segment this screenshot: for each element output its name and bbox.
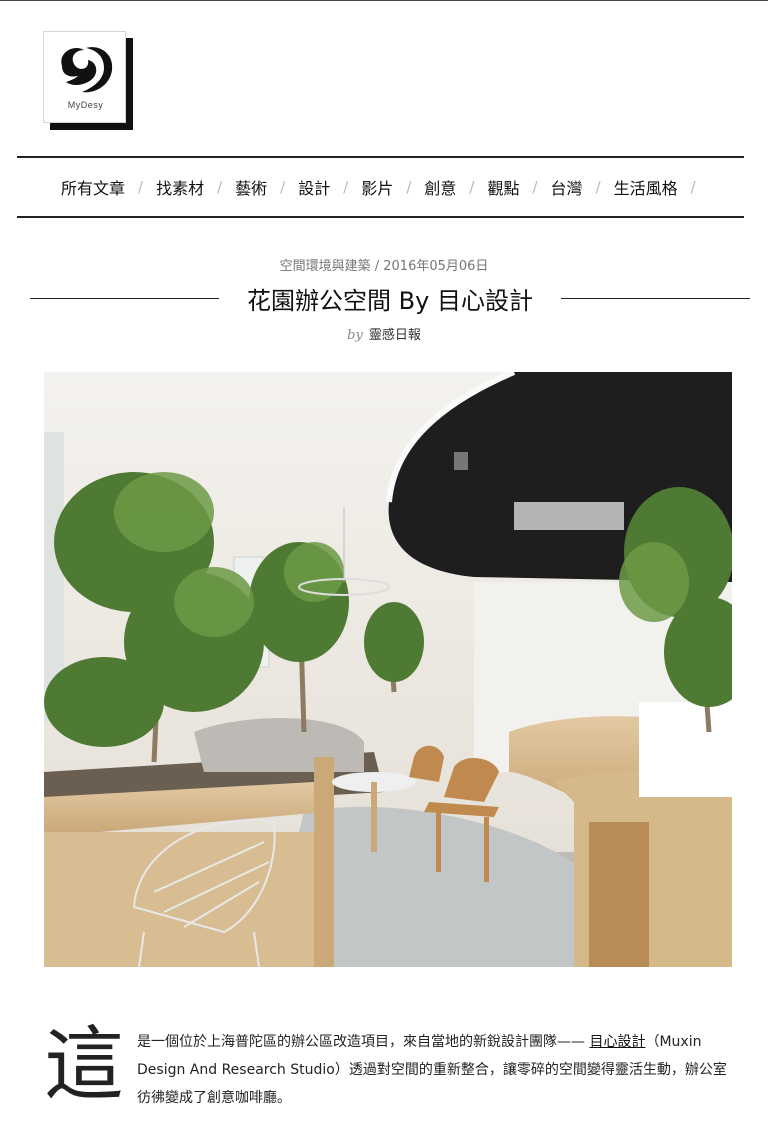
drop-cap: 這: [44, 1018, 124, 1111]
nav-item: 藝術 /: [235, 175, 298, 199]
nav-item: 生活風格 /: [614, 175, 709, 199]
nav-separator: /: [595, 178, 601, 196]
nav-link-design[interactable]: 設計: [298, 175, 330, 199]
title-row: 花園辦公空間 By 目心設計: [30, 283, 750, 315]
nav-separator: /: [217, 178, 223, 196]
studio-link[interactable]: 目心設計: [589, 1034, 645, 1050]
category-link[interactable]: 空間環境與建築: [280, 259, 371, 274]
nav-link-taiwan[interactable]: 台灣: [551, 175, 583, 199]
nav-item: 台灣 /: [551, 175, 614, 199]
article-title: 花園辦公空間 By 目心設計: [247, 286, 533, 315]
article-meta: 空間環境與建築 / 2016年05月06日: [0, 255, 768, 274]
nav-item: 創意 /: [424, 175, 487, 199]
nav-separator: /: [532, 178, 538, 196]
intro-text-1: 是一個位於上海普陀區的辦公區改造項目，來自當地的新銳設計團隊——: [137, 1034, 590, 1050]
nav-link-all-articles[interactable]: 所有文章: [61, 175, 125, 199]
title-rule-left: [30, 297, 220, 299]
by-label: by: [347, 328, 363, 343]
nav-item: 觀點 /: [487, 175, 550, 199]
site-logo[interactable]: MyDesy: [43, 31, 133, 130]
nav-item: 影片 /: [361, 175, 424, 199]
nav-link-creative[interactable]: 創意: [424, 175, 456, 199]
nav-item: 所有文章 /: [61, 175, 156, 199]
nav-separator: /: [343, 178, 349, 196]
nav-separator: /: [138, 178, 144, 196]
nav-separator: /: [469, 178, 475, 196]
main-nav: 所有文章 / 找素材 / 藝術 / 設計 / 影片 / 創意 / 觀點 / 台灣 / 生活風格 /: [17, 156, 744, 218]
office-photo-illustration: [44, 372, 732, 967]
meta-separator: /: [370, 259, 384, 274]
nav-link-video[interactable]: 影片: [361, 175, 393, 199]
nav-link-lifestyle[interactable]: 生活風格: [614, 175, 678, 199]
nav-separator: /: [280, 178, 286, 196]
article-date: 2016年05月06日: [383, 259, 489, 274]
author-link[interactable]: 靈感日報: [369, 328, 421, 343]
nav-link-art[interactable]: 藝術: [235, 175, 267, 199]
nav-link-materials[interactable]: 找素材: [156, 175, 204, 199]
logo-wordmark: MyDesy: [67, 100, 104, 110]
mydesy-swirl-logo-icon: [61, 47, 113, 93]
nav-item: 設計 /: [298, 175, 361, 199]
nav-item: 找素材 /: [156, 175, 235, 199]
intro-paragraph: 是一個位於上海普陀區的辦公區改造項目，來自當地的新銳設計團隊—— 目心設計（Mu…: [137, 1028, 737, 1112]
hero-image: [44, 372, 732, 967]
nav-separator: /: [406, 178, 412, 196]
title-rule-right: [560, 297, 750, 299]
top-rule: [0, 0, 768, 1]
nav-link-opinion[interactable]: 觀點: [487, 175, 519, 199]
byline: by 靈感日報: [0, 324, 768, 343]
logo-face: MyDesy: [43, 31, 126, 123]
nav-separator: /: [690, 178, 696, 196]
